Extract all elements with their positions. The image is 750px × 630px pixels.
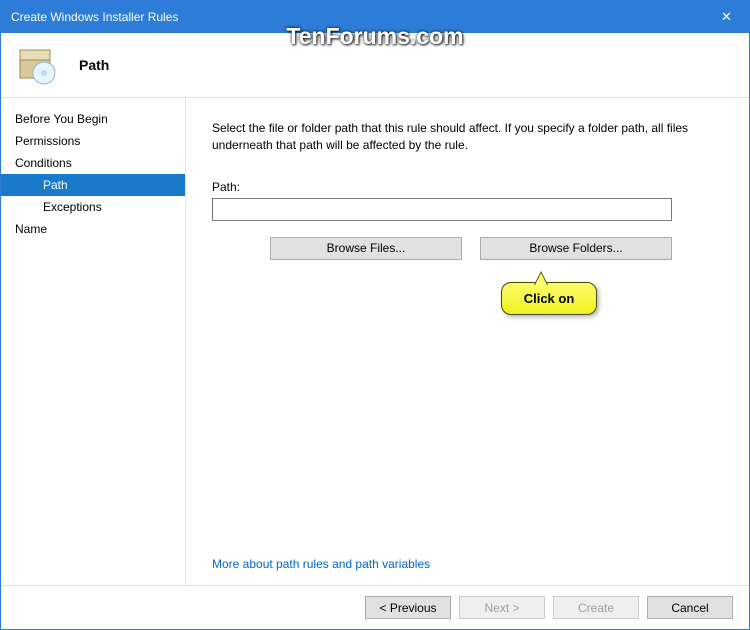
- installer-icon: [17, 44, 59, 86]
- wizard-body: Before You Begin Permissions Conditions …: [1, 98, 749, 585]
- sidebar-label: Name: [15, 222, 47, 236]
- instruction-text: Select the file or folder path that this…: [212, 120, 713, 154]
- sidebar-item-path[interactable]: Path: [1, 174, 185, 196]
- sidebar-item-name[interactable]: Name: [1, 218, 185, 240]
- sidebar-label: Conditions: [15, 156, 72, 170]
- more-about-link[interactable]: More about path rules and path variables: [212, 557, 430, 571]
- browse-folders-button[interactable]: Browse Folders...: [480, 237, 672, 260]
- sidebar-label: Exceptions: [43, 200, 102, 214]
- browse-button-row: Browse Files... Browse Folders...: [270, 237, 713, 260]
- sidebar-item-permissions[interactable]: Permissions: [1, 130, 185, 152]
- button-label: Browse Files...: [327, 241, 406, 255]
- path-input[interactable]: [212, 198, 672, 221]
- wizard-footer: < Previous Next > Create Cancel: [1, 585, 749, 629]
- sidebar-label: Path: [43, 178, 68, 192]
- sidebar-item-before-you-begin[interactable]: Before You Begin: [1, 108, 185, 130]
- button-label: Create: [578, 601, 614, 615]
- wizard-window: Create Windows Installer Rules ✕ TenForu…: [0, 0, 750, 630]
- create-button: Create: [553, 596, 639, 619]
- sidebar-item-exceptions[interactable]: Exceptions: [1, 196, 185, 218]
- titlebar: Create Windows Installer Rules ✕: [1, 1, 749, 33]
- close-button[interactable]: ✕: [704, 1, 749, 33]
- close-icon: ✕: [721, 9, 732, 25]
- window-title: Create Windows Installer Rules: [11, 10, 178, 24]
- previous-button[interactable]: < Previous: [365, 596, 451, 619]
- path-label: Path:: [212, 180, 713, 194]
- button-label: Next >: [484, 601, 519, 615]
- browse-files-button[interactable]: Browse Files...: [270, 237, 462, 260]
- button-label: Cancel: [671, 601, 708, 615]
- sidebar-label: Permissions: [15, 134, 80, 148]
- button-label: < Previous: [379, 601, 436, 615]
- wizard-sidebar: Before You Begin Permissions Conditions …: [1, 98, 186, 585]
- annotation-callout: Click on: [501, 282, 597, 315]
- button-label: Browse Folders...: [529, 241, 622, 255]
- next-button: Next >: [459, 596, 545, 619]
- wizard-content: Select the file or folder path that this…: [186, 98, 749, 585]
- sidebar-item-conditions[interactable]: Conditions: [1, 152, 185, 174]
- wizard-header: Path: [1, 33, 749, 98]
- cancel-button[interactable]: Cancel: [647, 596, 733, 619]
- page-title: Path: [79, 57, 109, 73]
- sidebar-label: Before You Begin: [15, 112, 108, 126]
- callout-text: Click on: [524, 291, 575, 306]
